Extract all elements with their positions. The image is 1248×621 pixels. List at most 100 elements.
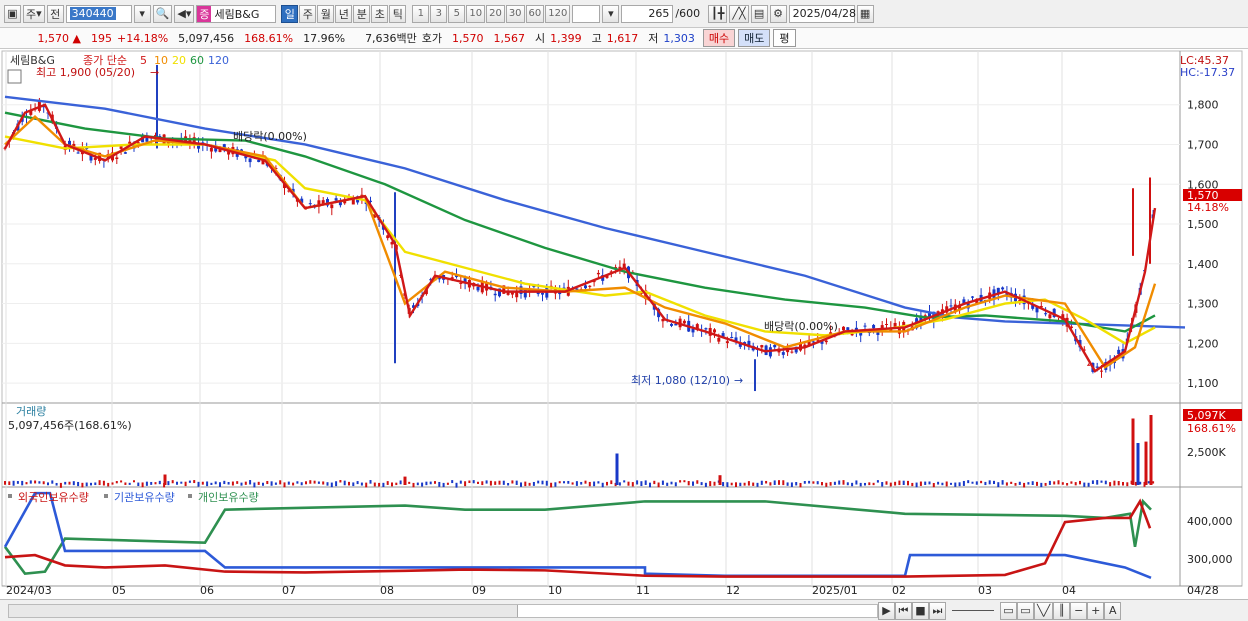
volume-bar	[421, 482, 424, 487]
volume-bar	[477, 481, 479, 484]
tab-period-3[interactable]: 년	[335, 4, 353, 23]
tab-minute-120[interactable]: 120	[545, 4, 571, 23]
volume-bar	[713, 481, 716, 486]
tab-period-4[interactable]: 분	[353, 4, 371, 23]
tab-period-0[interactable]: 일	[281, 4, 299, 23]
top-toolbar: ▣ 주 ▾ 전 340440 ▾ 🔍 ◀▾ 증 세림B&G 일주월년분초틱 135…	[0, 0, 1248, 28]
tab-minute-20[interactable]: 20	[486, 4, 505, 23]
volume-bar	[735, 482, 737, 487]
count-input[interactable]: 265	[621, 4, 674, 23]
gear-icon[interactable]: ⚙	[769, 4, 787, 23]
stock-chart[interactable]: 1,8001,7001,6001,5001,4001,3001,2001,100…	[0, 49, 1248, 599]
volume-bar	[773, 480, 776, 485]
code-dropdown-icon[interactable]: ▾	[133, 4, 151, 23]
window-icon[interactable]: ▣	[4, 4, 21, 23]
volume-bar	[898, 480, 901, 486]
volume-bar	[700, 482, 703, 486]
volume-bar	[993, 480, 995, 485]
minute-custom-input[interactable]	[572, 4, 601, 23]
volume-bar	[446, 482, 449, 485]
buy-button[interactable]: 매수	[702, 29, 736, 47]
first-icon[interactable]: ⏮	[895, 601, 912, 620]
volume-bar	[950, 482, 952, 485]
high-label: 고	[591, 32, 602, 45]
zoom-in-icon[interactable]: +	[1087, 601, 1105, 620]
volume-bar	[825, 482, 828, 487]
volume-bar	[786, 482, 789, 486]
volume-bar	[722, 482, 725, 487]
type-select[interactable]: 주 ▾	[23, 4, 45, 23]
volume-bar	[489, 480, 492, 486]
volume-bar	[1027, 482, 1030, 485]
tab-period-2[interactable]: 월	[317, 4, 335, 23]
zoom-out-icon[interactable]: −	[1070, 601, 1088, 620]
count-max: /600	[675, 7, 701, 20]
table-icon[interactable]	[7, 69, 22, 84]
volume-bar	[451, 480, 454, 484]
volume-bar	[644, 480, 647, 485]
code-input[interactable]: 340440	[65, 4, 132, 23]
draw-tool-icon[interactable]: ╲╱	[1034, 601, 1054, 620]
zoom-slider[interactable]	[952, 610, 994, 611]
volume-bar	[8, 481, 11, 486]
volume-bar	[85, 482, 88, 487]
last-icon[interactable]: ⏭	[929, 601, 946, 620]
ma-legend-5: 5	[140, 54, 147, 67]
speaker-icon[interactable]: ◀▾	[174, 4, 195, 23]
tab-minute-60[interactable]: 60	[525, 4, 545, 23]
volume-bar	[274, 482, 277, 485]
tab-period-1[interactable]: 주	[299, 4, 317, 23]
volume-bar	[292, 482, 295, 486]
volume-bar	[262, 482, 264, 486]
volume-bar	[640, 481, 643, 487]
search-icon[interactable]: 🔍	[152, 4, 173, 23]
candle-body	[596, 272, 600, 275]
tool-icon-1[interactable]: ▭	[1000, 601, 1017, 620]
minute-dropdown-icon[interactable]: ▾	[602, 4, 620, 23]
volume-bar	[1066, 482, 1069, 486]
scrollbar[interactable]	[8, 603, 878, 618]
tab-minute-30[interactable]: 30	[505, 4, 525, 23]
candle-icon[interactable]: ┃╋	[708, 4, 728, 23]
font-size-icon[interactable]: A	[1104, 601, 1122, 620]
prev-button[interactable]: 전	[46, 4, 64, 23]
tab-minute-3[interactable]: 3	[430, 4, 448, 23]
volume-bar	[94, 482, 97, 486]
tab-period-6[interactable]: 틱	[389, 4, 407, 23]
scroll-thumb[interactable]	[517, 604, 877, 617]
volume-bar	[765, 480, 768, 484]
calendar-icon[interactable]: ▦	[856, 4, 874, 23]
sell-button[interactable]: 매도	[738, 29, 771, 47]
candle-body	[476, 286, 480, 291]
tab-period-5[interactable]: 초	[371, 4, 389, 23]
date-input[interactable]: 2025/04/28	[788, 4, 856, 23]
scroll-right-icon[interactable]: ▶	[878, 601, 895, 620]
volume-bar	[541, 480, 544, 485]
volume-bar	[606, 481, 608, 486]
individual-holding-line	[3, 498, 1152, 576]
volume-bar	[1040, 482, 1043, 488]
volume-bar	[558, 481, 561, 484]
candle-body	[1001, 287, 1005, 290]
bar-tool-icon[interactable]: ║	[1053, 601, 1071, 620]
stop-icon[interactable]: ■	[912, 601, 929, 620]
save-icon[interactable]: ▤	[750, 4, 768, 23]
market-badge: 증	[197, 5, 212, 22]
tab-minute-1[interactable]: 1	[412, 4, 430, 23]
volume-bar	[997, 482, 1000, 488]
volume-bar	[855, 480, 858, 485]
volume-bar	[348, 481, 350, 486]
tool-icon-2[interactable]: ▭	[1017, 601, 1034, 620]
volume-bar	[1104, 480, 1107, 485]
volume-bar	[1100, 480, 1103, 483]
stock-name-field[interactable]: 증 세림B&G	[196, 4, 277, 23]
volume-bar	[1018, 481, 1021, 485]
volume-bar	[1109, 482, 1112, 487]
tab-minute-10[interactable]: 10	[466, 4, 486, 23]
volume-bar	[1087, 482, 1090, 487]
tab-minute-5[interactable]: 5	[448, 4, 466, 23]
eval-button[interactable]: 평	[773, 29, 796, 47]
volume-bar	[833, 481, 836, 485]
line-tool-icon[interactable]: ╱╳	[729, 4, 749, 23]
candle-body	[773, 344, 777, 348]
